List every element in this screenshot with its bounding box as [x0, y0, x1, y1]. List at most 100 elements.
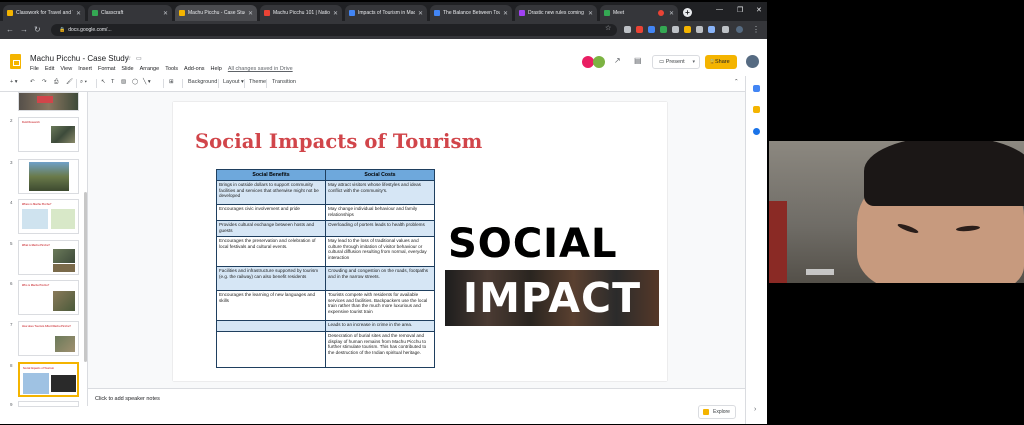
print-icon[interactable]: ⎙: [54, 79, 58, 86]
extension-icon[interactable]: [684, 26, 691, 33]
extension-icon[interactable]: [636, 26, 643, 33]
social-impact-image[interactable]: SOCIAL IMPACT: [445, 223, 659, 326]
tab-impacts-of-tourism[interactable]: Impacts of Tourism in Machu ✕: [345, 5, 427, 21]
slide-thumbnail-selected[interactable]: Social Impacts of Tourism: [18, 362, 79, 397]
profile-avatar[interactable]: [736, 26, 743, 33]
extension-icon[interactable]: [648, 26, 655, 33]
transition-button[interactable]: Transition: [272, 79, 296, 85]
menu-arrange[interactable]: Arrange: [140, 66, 160, 72]
slide-thumbnail[interactable]: Who is Machu Picchu?: [18, 280, 79, 315]
menu-tools[interactable]: Tools: [165, 66, 178, 72]
lock-icon: 🔒: [59, 27, 66, 33]
keep-icon[interactable]: [753, 106, 760, 113]
collapse-icon[interactable]: ⌃: [734, 79, 739, 85]
new-slide-icon[interactable]: + ▾: [10, 79, 18, 85]
reload-icon[interactable]: ↻: [34, 25, 41, 34]
menu-insert[interactable]: Insert: [78, 66, 92, 72]
theme-button[interactable]: Theme: [249, 79, 266, 85]
menu-help[interactable]: Help: [211, 66, 222, 72]
close-window-icon[interactable]: ✕: [756, 6, 762, 14]
slide-thumbnail[interactable]: [18, 92, 79, 111]
extension-icon[interactable]: [624, 26, 631, 33]
tab-drastic-new-rules[interactable]: Drastic new rules coming fo ✕: [515, 5, 597, 21]
tab-classcraft[interactable]: Classcraft ✕: [88, 5, 172, 21]
close-icon[interactable]: ✕: [333, 10, 338, 17]
menu-format[interactable]: Format: [98, 66, 115, 72]
text-box-icon[interactable]: T: [111, 79, 114, 85]
collaborator-avatar[interactable]: [593, 56, 605, 68]
slide-number: 6: [10, 281, 13, 286]
menu-add-ons[interactable]: Add-ons: [184, 66, 205, 72]
close-icon[interactable]: ✕: [76, 10, 81, 17]
extension-icon[interactable]: [708, 26, 715, 33]
current-slide[interactable]: Social Impacts of Tourism Social Benefit…: [173, 102, 667, 381]
slide-title[interactable]: Social Impacts of Tourism: [195, 130, 482, 153]
filmstrip-scrollbar[interactable]: [84, 192, 87, 362]
menu-view[interactable]: View: [60, 66, 72, 72]
close-icon[interactable]: ✕: [248, 10, 253, 17]
extension-icon[interactable]: [660, 26, 667, 33]
bookmark-star-icon[interactable]: ☆: [605, 24, 611, 32]
document-title[interactable]: Machu Picchu - Case Study: [30, 54, 129, 63]
close-icon[interactable]: ✕: [669, 10, 674, 17]
activity-trend-icon[interactable]: ↗: [614, 56, 621, 65]
more-menu-icon[interactable]: ⋮: [752, 25, 760, 34]
calendar-icon[interactable]: [753, 85, 760, 92]
present-button[interactable]: ▭ Present ▾: [652, 55, 700, 69]
redo-icon[interactable]: ↷: [42, 79, 47, 85]
menu-edit[interactable]: Edit: [45, 66, 54, 72]
user-avatar[interactable]: [746, 55, 759, 68]
back-icon[interactable]: ←: [6, 25, 14, 34]
close-icon[interactable]: ✕: [503, 10, 508, 17]
extension-icon[interactable]: [722, 26, 729, 33]
close-icon[interactable]: ✕: [163, 10, 168, 17]
maximize-icon[interactable]: ❐: [737, 6, 743, 14]
add-comment-icon[interactable]: ⊞: [169, 79, 174, 85]
speaker-notes-placeholder[interactable]: Click to add speaker notes: [95, 396, 160, 402]
folder-icon[interactable]: ▭: [136, 55, 142, 62]
tab-balance-between-tourism[interactable]: The Balance Between Touris ✕: [430, 5, 512, 21]
tab-machu-picchu-case-study[interactable]: Machu Picchu - Case Stud ✕: [175, 5, 257, 21]
extension-icon[interactable]: [672, 26, 679, 33]
slide-number: 4: [10, 200, 13, 205]
extension-icon[interactable]: [696, 26, 703, 33]
paint-format-icon[interactable]: 🖌: [66, 79, 73, 85]
close-icon[interactable]: ✕: [418, 10, 423, 17]
select-icon[interactable]: ↖: [101, 79, 106, 85]
tasks-icon[interactable]: [753, 128, 760, 135]
url-input[interactable]: 🔒 docs.google.com/...: [51, 24, 617, 36]
close-icon[interactable]: ✕: [588, 10, 593, 17]
chevron-right-icon[interactable]: ›: [754, 406, 756, 413]
menu-file[interactable]: File: [30, 66, 39, 72]
shape-icon[interactable]: ◯: [132, 79, 138, 85]
chevron-down-icon[interactable]: ▾: [692, 56, 695, 68]
google-slides-logo-icon[interactable]: [10, 54, 21, 69]
tab-meet[interactable]: Meet ✕: [600, 5, 678, 21]
background-button[interactable]: Background: [188, 79, 217, 85]
slide-thumbnail[interactable]: [18, 401, 79, 407]
minimize-icon[interactable]: —: [716, 6, 723, 13]
share-button[interactable]: 🔒 Share: [705, 55, 737, 69]
forward-icon[interactable]: →: [20, 25, 28, 34]
speaker-notes[interactable]: Click to add speaker notes Explore: [88, 388, 745, 424]
comment-icon[interactable]: ▤: [634, 56, 642, 65]
undo-icon[interactable]: ↶: [30, 79, 35, 85]
slide-thumbnail[interactable]: How does Tourism Affect Machu Picchu?: [18, 321, 79, 356]
slide-thumbnail[interactable]: What is Machu Picchu?: [18, 240, 79, 275]
tab-machu-picchu-101[interactable]: Machu Picchu 101 | Nation ✕: [260, 5, 342, 21]
slide-thumbnail[interactable]: Field Research: [18, 117, 79, 152]
present-icon: ▭: [659, 59, 666, 65]
menu-slide[interactable]: Slide: [121, 66, 133, 72]
zoom-icon[interactable]: ⌕ ▾: [80, 79, 87, 86]
slide-thumbnail[interactable]: Where is Machu Picchu?: [18, 199, 79, 234]
star-icon[interactable]: ☆: [125, 54, 131, 62]
new-tab-button[interactable]: +: [683, 8, 692, 17]
social-impacts-table[interactable]: Social Benefits Social Costs Brings in o…: [216, 169, 435, 368]
saved-status[interactable]: All changes saved in Drive: [228, 66, 293, 72]
explore-button[interactable]: Explore: [698, 405, 736, 419]
slide-thumbnail[interactable]: [18, 159, 79, 194]
image-icon[interactable]: ▨: [121, 79, 126, 85]
tab-classwork[interactable]: Classwork for Travel and Tou ✕: [3, 5, 85, 21]
layout-button[interactable]: Layout ▾: [223, 79, 244, 85]
line-icon[interactable]: ╲ ▾: [143, 79, 151, 85]
